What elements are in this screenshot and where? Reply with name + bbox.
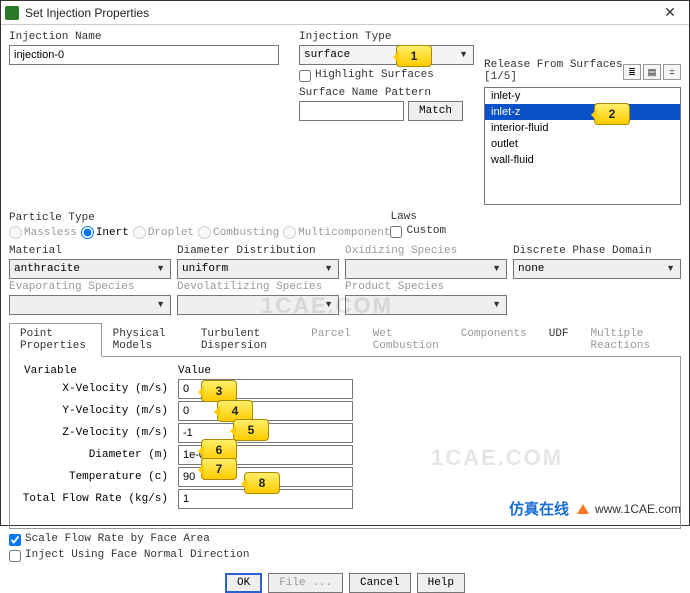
pattern-label: Surface Name Pattern <box>299 87 484 99</box>
list-item[interactable]: interior-fluid <box>485 120 680 136</box>
dpd-label: Discrete Phase Domain <box>513 245 681 257</box>
prod-select <box>345 295 507 315</box>
match-button[interactable]: Match <box>408 101 463 121</box>
highlight-surfaces-label: Highlight Surfaces <box>315 69 434 81</box>
tabs: Point Properties Physical Models Turbule… <box>9 323 681 357</box>
particle-type-label: Particle Type <box>9 212 390 224</box>
release-surfaces-label: Release From Surfaces [1/5] <box>484 59 623 83</box>
inert-radio[interactable] <box>81 226 94 239</box>
massless-label: Massless <box>24 227 77 239</box>
droplet-label: Droplet <box>148 227 194 239</box>
scale-flow-rate-checkbox[interactable] <box>9 534 21 546</box>
brand-icon <box>577 504 589 514</box>
custom-laws-checkbox[interactable] <box>390 226 402 238</box>
massless-radio <box>9 226 22 239</box>
list-item[interactable]: wall-fluid <box>485 152 680 168</box>
tab-point-properties[interactable]: Point Properties <box>9 323 102 357</box>
material-label: Material <box>9 245 171 257</box>
brand-url: www.1CAE.com <box>595 502 681 516</box>
pattern-input[interactable] <box>299 101 404 121</box>
dpd-select[interactable] <box>513 259 681 279</box>
custom-laws-label: Custom <box>406 225 446 237</box>
release-surfaces-list[interactable]: inlet-y inlet-z interior-fluid outlet wa… <box>484 87 681 205</box>
multicomponent-label: Multicomponent <box>298 227 390 239</box>
file-button: File ... <box>268 573 343 593</box>
oxidizing-label: Oxidizing Species <box>345 245 507 257</box>
combusting-radio <box>198 226 211 239</box>
list-item[interactable]: inlet-z <box>485 104 680 120</box>
injection-name-label: Injection Name <box>9 31 299 43</box>
inert-label: Inert <box>96 227 129 239</box>
diameter-label: Diameter (m) <box>18 449 178 461</box>
evap-label: Evaporating Species <box>9 281 171 293</box>
callout-8: 8 <box>244 472 280 494</box>
injection-type-label: Injection Type <box>299 31 484 43</box>
callout-3: 3 <box>201 380 237 402</box>
diameter-dist-select[interactable] <box>177 259 339 279</box>
app-icon <box>5 6 19 20</box>
cancel-button[interactable]: Cancel <box>349 573 411 593</box>
material-select[interactable] <box>9 259 171 279</box>
tab-multiple-reactions: Multiple Reactions <box>580 323 681 357</box>
oxidizing-select <box>345 259 507 279</box>
tab-physical-models[interactable]: Physical Models <box>102 323 190 357</box>
multicomponent-radio <box>283 226 296 239</box>
total-flow-rate-label: Total Flow Rate (kg/s) <box>18 493 178 505</box>
temperature-label: Temperature (c) <box>18 471 178 483</box>
highlight-surfaces-checkbox[interactable] <box>299 70 311 82</box>
callout-7: 7 <box>201 458 237 480</box>
tab-turbulent-dispersion[interactable]: Turbulent Dispersion <box>190 323 300 357</box>
callout-2: 2 <box>594 103 630 125</box>
help-button[interactable]: Help <box>417 573 465 593</box>
z-velocity-label: Z-Velocity (m/s) <box>18 427 178 439</box>
diameter-dist-label: Diameter Distribution <box>177 245 339 257</box>
prod-label: Product Species <box>345 281 507 293</box>
evap-select <box>9 295 171 315</box>
laws-label: Laws <box>390 211 510 223</box>
callout-1: 1 <box>396 45 432 67</box>
droplet-radio <box>133 226 146 239</box>
window-title: Set Injection Properties <box>25 6 655 20</box>
brand-footer: 仿真在线 www.1CAE.com <box>509 498 681 519</box>
dialog-content: Injection Name Injection Type Highlight … <box>1 25 689 493</box>
tab-components: Components <box>450 323 538 357</box>
surfaces-selectall-icon[interactable]: ▤ <box>643 64 661 80</box>
combusting-label: Combusting <box>213 227 279 239</box>
variable-header: Variable <box>18 365 178 377</box>
scale-flow-rate-label: Scale Flow Rate by Face Area <box>25 533 210 545</box>
devol-label: Devolatilizing Species <box>177 281 339 293</box>
surfaces-filter-icon[interactable]: ≣ <box>623 64 641 80</box>
titlebar: Set Injection Properties ✕ <box>1 1 689 25</box>
close-icon[interactable]: ✕ <box>655 4 685 21</box>
tab-wet-combustion: Wet Combustion <box>362 323 450 357</box>
callout-5: 5 <box>233 419 269 441</box>
tab-parcel: Parcel <box>300 323 362 357</box>
tab-udf[interactable]: UDF <box>538 323 580 357</box>
list-item[interactable]: outlet <box>485 136 680 152</box>
x-velocity-label: X-Velocity (m/s) <box>18 383 178 395</box>
y-velocity-input[interactable] <box>178 401 353 421</box>
list-item[interactable]: inlet-y <box>485 88 680 104</box>
value-header: Value <box>178 365 211 377</box>
injection-name-input[interactable] <box>9 45 279 65</box>
ok-button[interactable]: OK <box>225 573 262 593</box>
inject-face-normal-checkbox[interactable] <box>9 550 21 562</box>
brand-cn: 仿真在线 <box>509 498 569 519</box>
surfaces-deselectall-icon[interactable]: = <box>663 64 681 80</box>
devol-select <box>177 295 339 315</box>
inject-face-normal-label: Inject Using Face Normal Direction <box>25 549 249 561</box>
y-velocity-label: Y-Velocity (m/s) <box>18 405 178 417</box>
